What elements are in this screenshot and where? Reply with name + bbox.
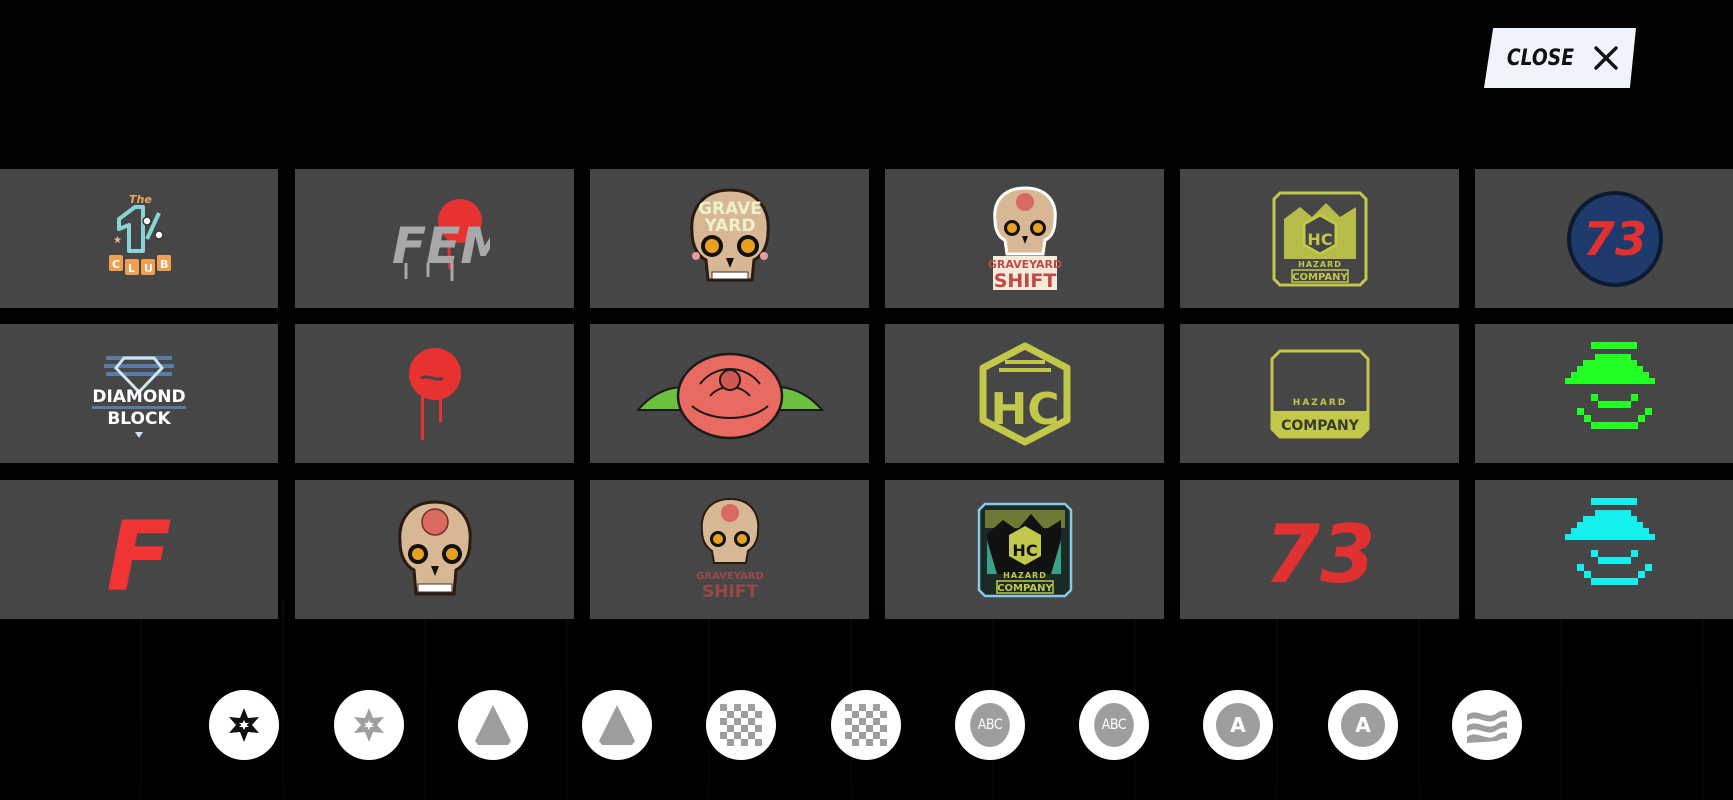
tool-button-font-abc-2[interactable]: ABC: [1079, 690, 1149, 760]
star-outline-icon: [354, 708, 384, 742]
letter-a-icon: A: [1216, 703, 1260, 747]
number-73-logo: 73: [1265, 508, 1375, 600]
svg-text:DIAMOND: DIAMOND: [92, 387, 185, 407]
tool-button-star-outline[interactable]: [334, 690, 404, 760]
tool-button-font-abc-1[interactable]: ABC: [955, 690, 1025, 760]
decal-tile-pixel-lamp-cyan[interactable]: [1475, 480, 1733, 619]
svg-text:HAZARD: HAZARD: [1003, 571, 1047, 580]
diamond-block-logo: DIAMOND BLOCK: [91, 355, 186, 438]
tool-button-checker-1[interactable]: [706, 690, 776, 760]
decal-tile-73-circle[interactable]: 73: [1475, 169, 1733, 308]
letter-a-icon: A: [1341, 703, 1385, 747]
tool-button-letter-a-2[interactable]: A: [1328, 690, 1398, 760]
decal-tile-rose[interactable]: [590, 324, 869, 463]
close-icon: [1594, 46, 1619, 70]
number-73-circle-logo: 73: [1566, 190, 1663, 287]
tool-button-cone-1[interactable]: [458, 690, 528, 760]
pixel-lamp-face-logo: [1564, 497, 1655, 585]
red-f-logo: F: [106, 501, 172, 600]
svg-text:YARD: YARD: [703, 216, 755, 236]
hazard-company-badge-logo: HC HAZARD COMPANY: [1272, 191, 1367, 286]
decal-tile-hc-cube[interactable]: HC: [885, 324, 1164, 463]
cone-icon: [599, 705, 635, 745]
svg-text:GRAVEYARD: GRAVEYARD: [696, 571, 764, 582]
close-label: CLOSE: [1506, 45, 1574, 71]
decal-tile-one-percent-club[interactable]: The ★ C L U B: [0, 169, 278, 308]
checker-pattern-icon: [845, 704, 887, 746]
svg-text:★: ★: [113, 235, 122, 246]
fem-graffiti-logo: FEM: [392, 198, 490, 281]
svg-text:BLOCK: BLOCK: [107, 409, 171, 429]
layer-toolbar: ABC ABC A A: [0, 690, 1733, 760]
decal-tile-red-f[interactable]: F: [0, 480, 278, 619]
svg-text:73: 73: [1582, 212, 1646, 266]
pixel-lamp-face-logo: [1564, 341, 1655, 429]
svg-text:C: C: [112, 258, 120, 271]
svg-text:HC: HC: [1307, 230, 1332, 249]
star-solid-icon: [229, 708, 259, 742]
decal-tile-grave-yard[interactable]: GRAVE YARD: [590, 169, 869, 308]
svg-text:COMPANY: COMPANY: [1292, 272, 1348, 283]
tool-button-checker-2[interactable]: [831, 690, 901, 760]
svg-text:L: L: [128, 262, 135, 275]
tool-button-star-solid[interactable]: [209, 690, 279, 760]
svg-text:B: B: [160, 258, 168, 271]
abc-font-icon: ABC: [970, 703, 1010, 747]
decal-tile-rose-skull[interactable]: [295, 480, 574, 619]
tool-button-waves[interactable]: [1452, 690, 1522, 760]
graveyard-shift-faded-logo: GRAVEYARD SHIFT: [696, 497, 764, 602]
decal-tile-hazard-company-color-badge[interactable]: HC HAZARD COMPANY: [885, 480, 1164, 619]
svg-text:73: 73: [1265, 508, 1375, 600]
wave-pattern-icon: [1467, 710, 1507, 743]
svg-text:COMPANY: COMPANY: [1281, 418, 1360, 434]
one-percent-club-logo: The ★ C L U B: [108, 193, 171, 275]
svg-text:COMPANY: COMPANY: [997, 583, 1053, 594]
checker-pattern-icon: [720, 704, 762, 746]
sugar-skull-graveyard-logo: GRAVE YARD: [689, 187, 770, 281]
cone-icon: [475, 705, 511, 745]
rose-logo: [635, 352, 824, 439]
svg-text:HAZARD: HAZARD: [1292, 398, 1346, 408]
graveyard-shift-skull-logo: GRAVEYARD SHIFT: [987, 185, 1062, 292]
hazard-company-plate-logo: HAZARD COMPANY: [1270, 349, 1369, 438]
decal-tile-graveyard-shift-faded[interactable]: GRAVEYARD SHIFT: [590, 480, 869, 619]
svg-text:SHIFT: SHIFT: [993, 270, 1056, 292]
svg-text:U: U: [144, 262, 153, 275]
decal-tile-red-drip-circle[interactable]: [295, 324, 574, 463]
tool-button-cone-2[interactable]: [582, 690, 652, 760]
hazard-company-color-badge-logo: HC HAZARD COMPANY: [977, 502, 1072, 597]
hc-cube-logo: HC: [979, 342, 1070, 445]
decal-tile-73-red[interactable]: 73: [1180, 480, 1459, 619]
red-drip-circle-logo: [408, 347, 461, 440]
tool-button-letter-a-1[interactable]: A: [1203, 690, 1273, 760]
decal-tile-pixel-lamp-green[interactable]: [1475, 324, 1733, 463]
decal-tile-graveyard-shift[interactable]: GRAVEYARD SHIFT: [885, 169, 1164, 308]
close-button[interactable]: CLOSE: [1484, 28, 1636, 88]
svg-text:The: The: [129, 193, 152, 206]
decal-tile-hazard-company-plate[interactable]: HAZARD COMPANY: [1180, 324, 1459, 463]
svg-text:SHIFT: SHIFT: [701, 582, 757, 602]
svg-text:HAZARD: HAZARD: [1298, 260, 1342, 269]
decal-tile-diamond-block[interactable]: DIAMOND BLOCK: [0, 324, 278, 463]
svg-text:F: F: [106, 501, 172, 600]
svg-text:HC: HC: [1012, 541, 1037, 560]
rose-sugar-skull-logo: [397, 499, 472, 595]
decal-tile-fem[interactable]: FEM: [295, 169, 574, 308]
abc-font-icon: ABC: [1094, 703, 1134, 747]
decal-tile-hazard-company-badge[interactable]: HC HAZARD COMPANY: [1180, 169, 1459, 308]
svg-text:HC: HC: [990, 384, 1059, 435]
